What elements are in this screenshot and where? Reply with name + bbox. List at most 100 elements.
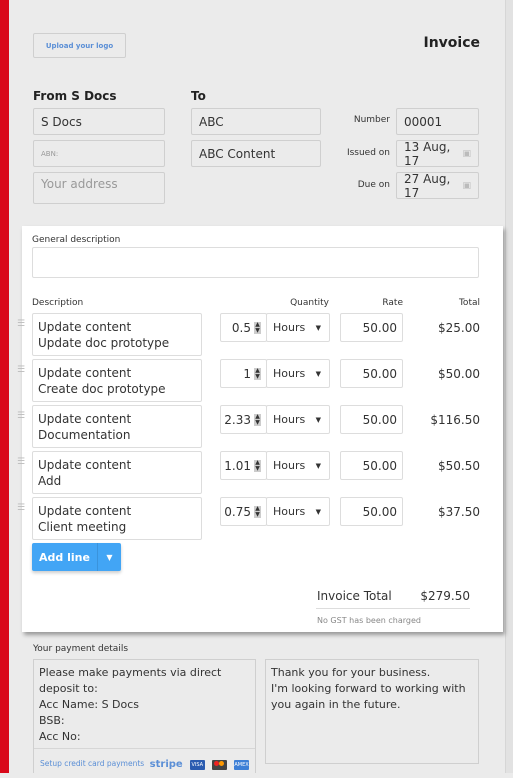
from-name-input[interactable]: S Docs bbox=[33, 108, 165, 135]
stripe-logo: stripe bbox=[149, 759, 183, 770]
unit-value: Hours bbox=[273, 505, 306, 518]
due-date-value: 27 Aug, 17 bbox=[404, 171, 451, 200]
add-line-button[interactable]: Add line bbox=[32, 543, 97, 571]
col-rate: Rate bbox=[382, 298, 403, 308]
line-total: $25.00 bbox=[438, 321, 480, 335]
calendar-icon: ▣ bbox=[462, 180, 471, 191]
invoice-number-input[interactable]: 00001 bbox=[396, 108, 479, 135]
rate-input[interactable]: 50.00 bbox=[340, 405, 403, 434]
notes-line: you again in the future. bbox=[271, 698, 401, 711]
unit-select[interactable]: Hours ▼ bbox=[266, 451, 330, 480]
col-quantity: Quantity bbox=[290, 298, 329, 308]
unit-select[interactable]: Hours ▼ bbox=[266, 405, 330, 434]
quantity-stepper-icon[interactable]: ▲ ▼ bbox=[254, 505, 261, 518]
drag-handle-icon[interactable]: ☰ bbox=[17, 503, 25, 513]
notes-line: Thank you for your business. bbox=[271, 666, 431, 679]
line-description-line: Documentation bbox=[38, 428, 131, 442]
calendar-icon: ▣ bbox=[462, 148, 471, 159]
invoice-total-label: Invoice Total bbox=[317, 589, 392, 603]
rate-value: 50.00 bbox=[362, 366, 397, 381]
col-total: Total bbox=[458, 298, 480, 308]
line-description-input[interactable]: Update content Client meeting bbox=[32, 497, 202, 540]
payment-logos: stripe VISA AMEX bbox=[150, 754, 249, 773]
chevron-down-icon: ▼ bbox=[315, 323, 321, 332]
general-description-label: General description bbox=[32, 235, 121, 245]
line-description-line: Update content bbox=[38, 366, 132, 380]
chevron-down-icon: ▼ bbox=[315, 461, 321, 470]
unit-select[interactable]: Hours ▼ bbox=[266, 497, 330, 526]
chevron-down-icon[interactable]: ▼ bbox=[97, 543, 121, 571]
to-name-input[interactable]: ABC bbox=[191, 108, 321, 135]
chevron-down-icon: ▼ bbox=[315, 415, 321, 424]
issued-date-value: 13 Aug, 17 bbox=[404, 139, 451, 168]
drag-handle-icon[interactable]: ☰ bbox=[17, 457, 25, 467]
quantity-input[interactable]: 1 ▲ ▼ bbox=[220, 359, 267, 388]
payment-line: BSB: bbox=[39, 714, 65, 727]
line-description-input[interactable]: Update content Documentation bbox=[32, 405, 202, 448]
rate-input[interactable]: 50.00 bbox=[340, 451, 403, 480]
unit-value: Hours bbox=[273, 459, 306, 472]
payment-line: Please make payments via direct bbox=[39, 666, 222, 679]
rate-input[interactable]: 50.00 bbox=[340, 497, 403, 526]
quantity-value: 1.01 bbox=[224, 458, 251, 473]
line-total: $37.50 bbox=[438, 505, 480, 519]
drag-handle-icon[interactable]: ☰ bbox=[17, 319, 25, 329]
line-description-line: Client meeting bbox=[38, 520, 127, 534]
payment-footer: Setup credit card payments stripe VISA A… bbox=[34, 748, 255, 778]
payment-details-text[interactable]: Please make payments via direct deposit … bbox=[34, 660, 255, 748]
general-description-input[interactable] bbox=[32, 247, 479, 278]
quantity-stepper-icon[interactable]: ▲ ▼ bbox=[254, 367, 261, 380]
address-input[interactable]: Your address bbox=[33, 172, 165, 204]
payment-line: deposit to: bbox=[39, 682, 98, 695]
rate-input[interactable]: 50.00 bbox=[340, 313, 403, 342]
unit-value: Hours bbox=[273, 321, 306, 334]
issued-date-input[interactable]: 13 Aug, 17 ▣ bbox=[396, 139, 479, 168]
quantity-value: 1 bbox=[243, 366, 251, 381]
due-date-input[interactable]: 27 Aug, 17 ▣ bbox=[396, 171, 479, 200]
quantity-input[interactable]: 0.75 ▲ ▼ bbox=[220, 497, 267, 526]
number-label: Number bbox=[353, 115, 390, 125]
line-description-line: Add bbox=[38, 474, 62, 488]
to-company-input[interactable]: ABC Content bbox=[191, 140, 321, 167]
rate-value: 50.00 bbox=[362, 320, 397, 335]
quantity-input[interactable]: 1.01 ▲ ▼ bbox=[220, 451, 267, 480]
brand-red-bar bbox=[0, 0, 9, 773]
amex-icon: AMEX bbox=[234, 759, 249, 770]
line-description-input[interactable]: Update content Update doc prototype bbox=[32, 313, 202, 356]
quantity-value: 0.5 bbox=[231, 320, 251, 335]
abn-input[interactable]: ABN: bbox=[33, 140, 165, 167]
invoice-total-value: $279.50 bbox=[420, 589, 470, 603]
unit-value: Hours bbox=[273, 413, 306, 426]
unit-select[interactable]: Hours ▼ bbox=[266, 313, 330, 342]
visa-icon: VISA bbox=[189, 759, 205, 770]
unit-value: Hours bbox=[273, 367, 306, 380]
quantity-input[interactable]: 2.33 ▲ ▼ bbox=[220, 405, 267, 434]
quantity-stepper-icon[interactable]: ▲ ▼ bbox=[254, 413, 261, 426]
rate-value: 50.00 bbox=[362, 458, 397, 473]
add-line-button-group: Add line ▼ bbox=[32, 543, 121, 571]
line-description-line: Update content bbox=[38, 412, 132, 426]
payment-line: Acc Name: S Docs bbox=[39, 698, 140, 711]
drag-handle-icon[interactable]: ☰ bbox=[17, 411, 25, 421]
notes-box[interactable]: Thank you for your business. I'm looking… bbox=[265, 659, 479, 764]
drag-handle-icon[interactable]: ☰ bbox=[17, 365, 25, 375]
unit-select[interactable]: Hours ▼ bbox=[266, 359, 330, 388]
line-description-line: Update content bbox=[38, 320, 132, 334]
quantity-value: 2.33 bbox=[224, 412, 251, 427]
from-label: From S Docs bbox=[33, 89, 117, 103]
chevron-down-icon: ▼ bbox=[315, 507, 321, 516]
notes-line: I'm looking forward to working with bbox=[271, 682, 466, 695]
line-description-input[interactable]: Update content Create doc prototype bbox=[32, 359, 202, 402]
rate-input[interactable]: 50.00 bbox=[340, 359, 403, 388]
rate-value: 50.00 bbox=[362, 504, 397, 519]
quantity-input[interactable]: 0.5 ▲ ▼ bbox=[220, 313, 267, 342]
payment-details-box[interactable]: Please make payments via direct deposit … bbox=[33, 659, 256, 773]
quantity-stepper-icon[interactable]: ▲ ▼ bbox=[254, 459, 261, 472]
line-description-input[interactable]: Update content Add bbox=[32, 451, 202, 494]
setup-credit-card-link[interactable]: Setup credit card payments bbox=[40, 759, 144, 768]
line-total: $50.00 bbox=[438, 367, 480, 381]
upload-logo-button[interactable]: Upload your logo bbox=[33, 33, 126, 58]
line-description-line: Update doc prototype bbox=[38, 336, 170, 350]
due-label: Due on bbox=[357, 180, 390, 190]
quantity-stepper-icon[interactable]: ▲ ▼ bbox=[254, 321, 261, 334]
